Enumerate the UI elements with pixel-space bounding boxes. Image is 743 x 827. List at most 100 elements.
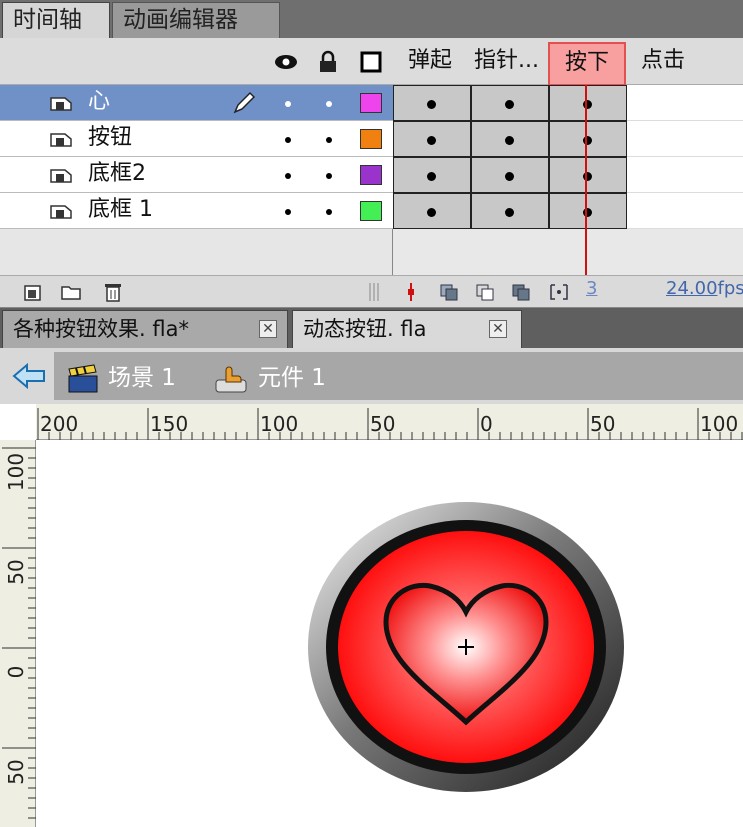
keyframe-dot: [505, 172, 514, 181]
frame-label-down: 按下: [548, 42, 626, 86]
frame-label-hit: 点击: [641, 48, 686, 73]
ruler-tick-label: 200: [40, 412, 79, 436]
button-symbol-icon: [215, 366, 247, 393]
lock-dot[interactable]: [326, 101, 332, 107]
layer-icon: [50, 205, 72, 219]
lock-icon[interactable]: [316, 50, 340, 74]
tab-motion-editor[interactable]: 动画编辑器: [112, 2, 280, 38]
empty-frame-cell[interactable]: [627, 85, 743, 121]
frame-rate[interactable]: 24.00fps: [666, 278, 743, 299]
divider-grip-icon[interactable]: [364, 281, 386, 303]
stage[interactable]: [36, 440, 743, 827]
empty-frame-cell[interactable]: [627, 157, 743, 193]
empty-frame-cell[interactable]: [627, 121, 743, 157]
modify-markers-icon[interactable]: [548, 281, 570, 303]
ruler-tick-label: 50: [4, 759, 28, 785]
keyframe-dot: [427, 208, 436, 217]
onion-skin-outlines-icon[interactable]: [474, 281, 496, 303]
outline-color-box[interactable]: [360, 93, 382, 113]
visibility-dot[interactable]: [285, 173, 291, 179]
layer-row-frame2[interactable]: 底框2: [0, 157, 393, 193]
lock-dot[interactable]: [326, 209, 332, 215]
layer-row-button[interactable]: 按钮: [0, 121, 393, 157]
current-frame-number: 3: [586, 278, 598, 299]
layer-row-frame1[interactable]: 底框 1: [0, 193, 393, 229]
edit-multiple-frames-icon[interactable]: [510, 281, 532, 303]
playhead[interactable]: [585, 85, 587, 307]
keyframe-dot: [427, 136, 436, 145]
breadcrumb-symbol[interactable]: 元件 1: [258, 364, 326, 392]
ruler-tick-label: 100: [4, 452, 28, 492]
timeline-toolbar: 3 24.00fps: [0, 275, 743, 308]
ruler-tick-label: 0: [480, 412, 493, 436]
frame-label-up: 弹起: [408, 48, 453, 73]
keyframe-cell[interactable]: [393, 193, 471, 229]
visibility-dot[interactable]: [285, 137, 291, 143]
eye-icon[interactable]: [274, 50, 298, 74]
new-layer-icon[interactable]: [22, 281, 44, 303]
document-tab-all-buttons[interactable]: 各种按钮效果. fla* ✕: [2, 310, 288, 348]
document-tab-label: 动态按钮. fla: [303, 317, 427, 341]
edit-bar: 场景 1 元件 1: [0, 348, 743, 404]
layer-icon: [50, 169, 72, 183]
ruler-horizontal: 200 150 100 50 0 50 100: [0, 404, 743, 440]
layer-row-heart[interactable]: 心: [0, 85, 393, 121]
delete-layer-icon[interactable]: [102, 281, 124, 303]
panel-tab-bar: 时间轴 动画编辑器: [0, 0, 743, 38]
keyframe-cell[interactable]: [549, 193, 627, 229]
outline-icon[interactable]: [359, 50, 383, 74]
outline-color-box[interactable]: [360, 165, 382, 185]
close-icon[interactable]: ✕: [259, 320, 277, 338]
layer-name: 按钮: [88, 125, 133, 150]
frame-label-over: 指针...: [474, 48, 539, 73]
timeline-header: 弹起 指针... 按下 点击: [0, 38, 743, 86]
lock-dot[interactable]: [326, 173, 332, 179]
lock-dot[interactable]: [326, 137, 332, 143]
outline-color-box[interactable]: [360, 129, 382, 149]
keyframe-cell[interactable]: [393, 85, 471, 121]
new-folder-icon[interactable]: [60, 281, 82, 303]
pencil-icon: [233, 91, 256, 114]
keyframe-dot: [505, 100, 514, 109]
clapperboard-icon: [68, 364, 98, 393]
ruler-vertical: 100 50 0 50: [0, 440, 36, 827]
layer-list: 心 按钮 底框2 底框 1: [0, 85, 393, 275]
ruler-tick-label: 50: [370, 412, 396, 436]
center-frame-icon[interactable]: [400, 281, 422, 303]
keyframe-cell[interactable]: [393, 121, 471, 157]
ruler-tick-label: 100: [260, 412, 299, 436]
breadcrumb: 场景 1 元件 1: [54, 352, 743, 400]
onion-skin-icon[interactable]: [438, 281, 460, 303]
tab-timeline[interactable]: 时间轴: [2, 2, 110, 38]
ruler-tick-label: 50: [4, 559, 28, 585]
keyframe-dot: [427, 172, 436, 181]
document-tab-label: 各种按钮效果. fla*: [13, 317, 189, 341]
keyframe-cell[interactable]: [471, 121, 549, 157]
keyframe-cell[interactable]: [549, 121, 627, 157]
keyframe-cell[interactable]: [549, 85, 627, 121]
layer-name: 底框2: [88, 161, 146, 186]
keyframe-cell[interactable]: [549, 157, 627, 193]
empty-frame-cell[interactable]: [627, 193, 743, 229]
keyframe-cell[interactable]: [471, 157, 549, 193]
outline-color-box[interactable]: [360, 201, 382, 221]
back-arrow-icon[interactable]: [12, 362, 46, 390]
visibility-dot[interactable]: [285, 101, 291, 107]
document-tab-dynamic-button[interactable]: 动态按钮. fla ✕: [292, 310, 522, 348]
heart-button-artwork[interactable]: [306, 500, 626, 794]
frame-grid: [393, 85, 743, 275]
keyframe-dot: [505, 208, 514, 217]
close-icon[interactable]: ✕: [489, 320, 507, 338]
layer-icon: [50, 133, 72, 147]
document-tab-bar: 各种按钮效果. fla* ✕ 动态按钮. fla ✕: [0, 308, 743, 348]
keyframe-cell[interactable]: [471, 85, 549, 121]
keyframe-cell[interactable]: [471, 193, 549, 229]
ruler-tick-label: 100: [700, 412, 739, 436]
keyframe-dot: [427, 100, 436, 109]
ruler-tick-label: 150: [150, 412, 189, 436]
layer-name: 底框 1: [88, 197, 153, 222]
keyframe-cell[interactable]: [393, 157, 471, 193]
keyframe-dot: [505, 136, 514, 145]
visibility-dot[interactable]: [285, 209, 291, 215]
breadcrumb-scene[interactable]: 场景 1: [108, 364, 176, 392]
